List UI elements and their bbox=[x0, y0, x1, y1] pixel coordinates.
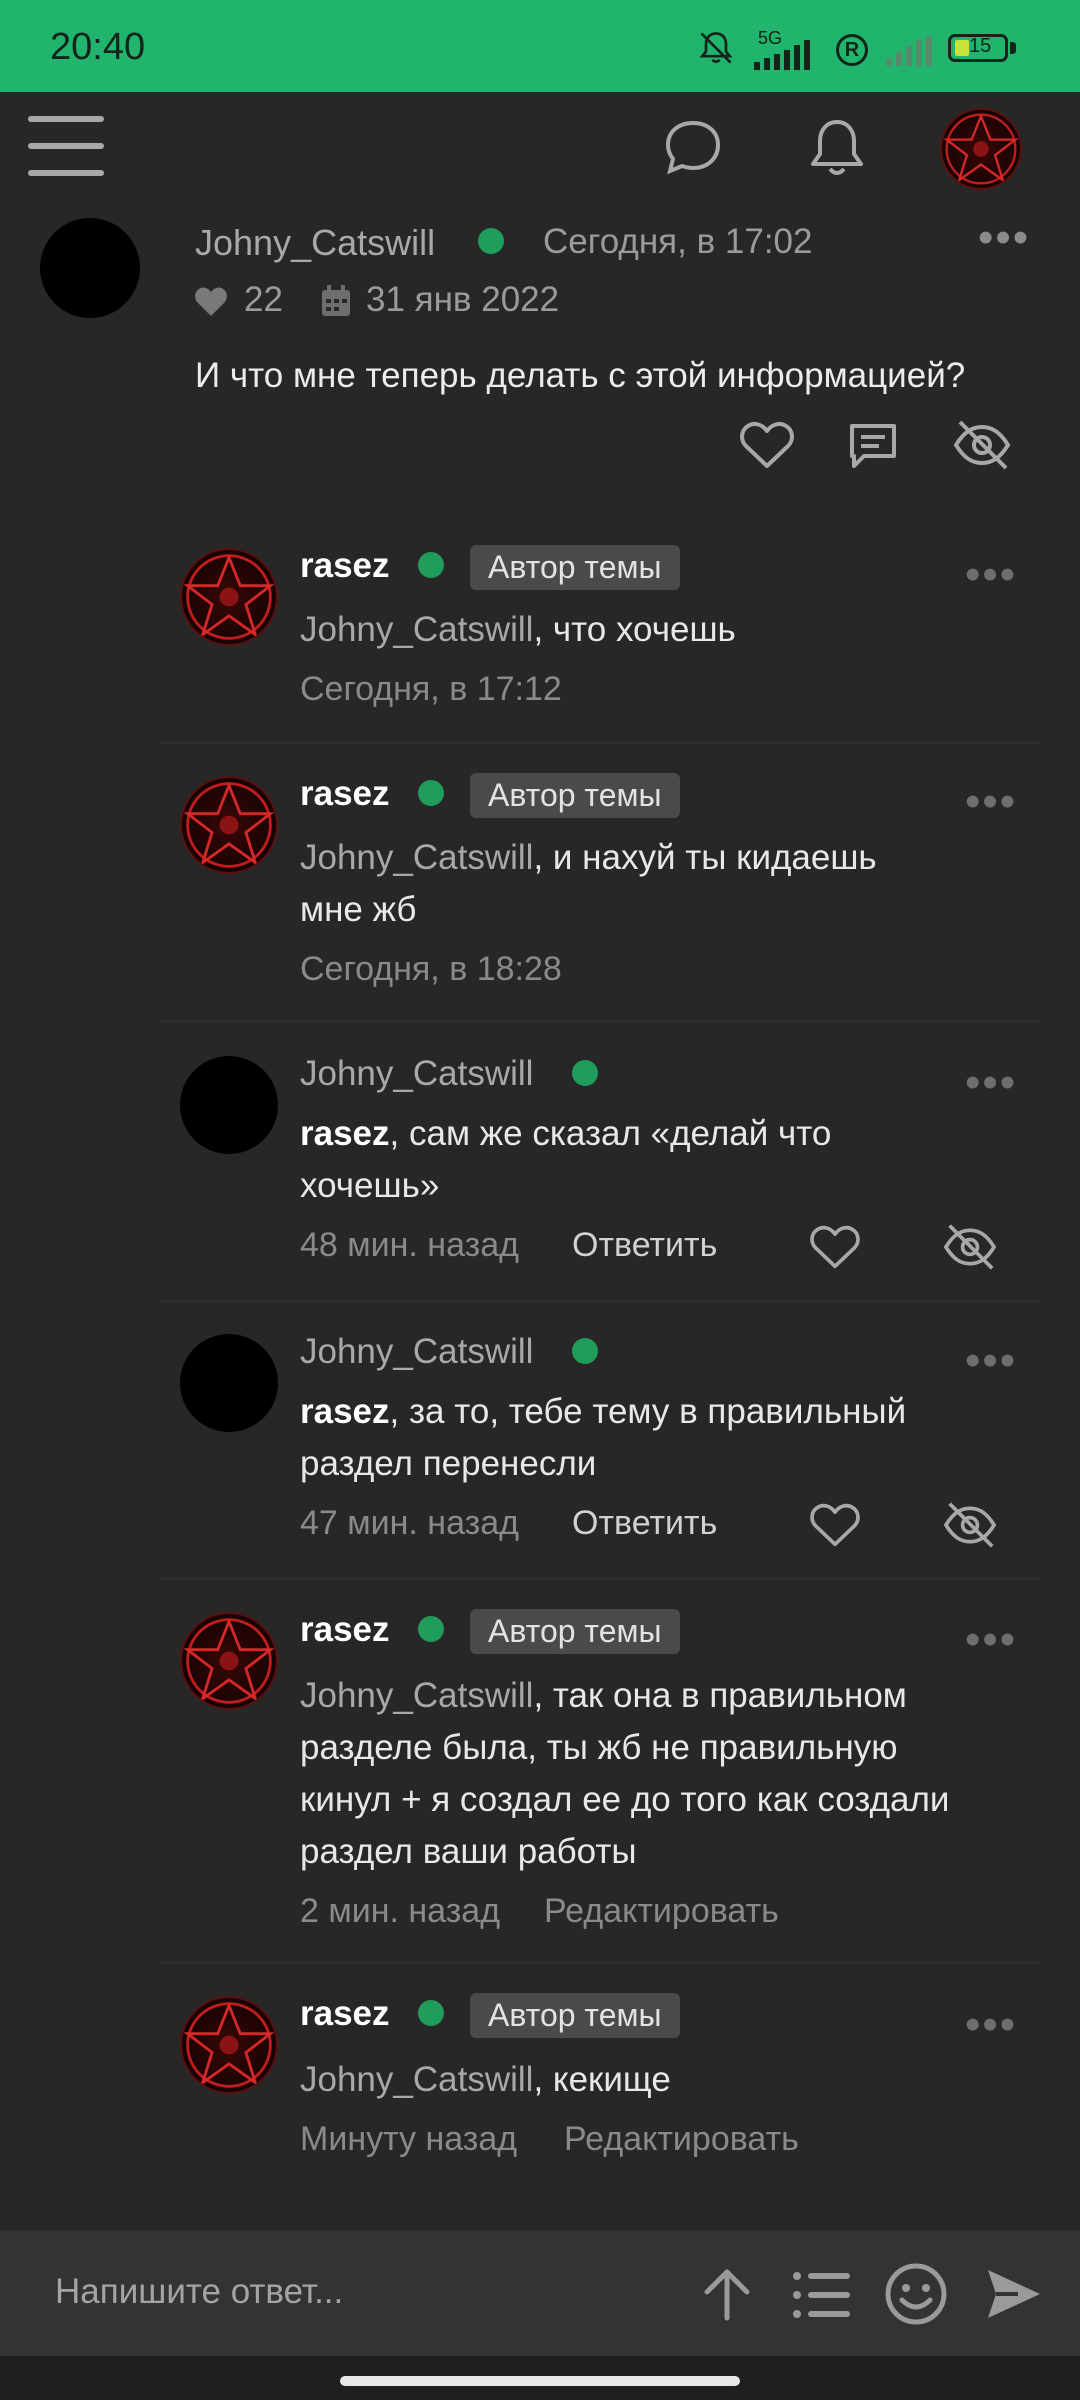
comment-avatar[interactable] bbox=[180, 1056, 278, 1154]
comment-more-button[interactable]: ••• bbox=[965, 553, 1017, 597]
roaming-icon: R bbox=[836, 34, 868, 66]
comment-author[interactable]: rasez bbox=[300, 774, 390, 814]
topic-author-badge: Автор темы bbox=[470, 1993, 680, 2038]
divider bbox=[160, 1962, 1040, 1964]
online-indicator bbox=[418, 2000, 444, 2026]
hamburger-menu-icon[interactable] bbox=[26, 112, 106, 180]
reply-input[interactable]: Напишите ответ... bbox=[55, 2272, 343, 2312]
post-likes: 22 bbox=[244, 280, 283, 319]
reply-button[interactable]: Ответить bbox=[572, 1504, 717, 1543]
like-button[interactable] bbox=[810, 1224, 860, 1270]
comment-avatar[interactable] bbox=[180, 1612, 278, 1710]
comment-text: rasez, за то, тебе тему в правильный разд… bbox=[300, 1392, 907, 1483]
comment-time: Сегодня, в 17:12 bbox=[300, 670, 562, 708]
comment-mention[interactable]: rasez bbox=[300, 1392, 390, 1431]
topic-author-badge: Автор темы bbox=[470, 545, 680, 590]
comment-mention[interactable]: Johny_Catswill bbox=[300, 838, 533, 877]
comment-mention[interactable]: Johny_Catswill bbox=[300, 610, 533, 649]
divider bbox=[160, 742, 1040, 744]
comment-mention[interactable]: Johny_Catswill bbox=[300, 2060, 533, 2099]
divider bbox=[160, 1578, 1040, 1580]
comment-text: Johny_Catswill, что хочешь bbox=[300, 610, 736, 649]
divider bbox=[160, 1020, 1040, 1022]
comment-more-button[interactable]: ••• bbox=[965, 1061, 1017, 1105]
comment-button[interactable] bbox=[846, 418, 900, 472]
comment-mention[interactable]: rasez bbox=[300, 1114, 390, 1153]
chat-bubble-icon[interactable] bbox=[664, 118, 722, 176]
bell-icon[interactable] bbox=[808, 116, 866, 180]
smiley-icon[interactable] bbox=[884, 2262, 948, 2326]
comment-author[interactable]: rasez bbox=[300, 1610, 390, 1650]
online-indicator bbox=[572, 1060, 598, 1086]
signal2-icon bbox=[886, 36, 932, 66]
hide-button[interactable] bbox=[942, 1500, 998, 1550]
topic-author-badge: Автор темы bbox=[470, 773, 680, 818]
post-time: Сегодня, в 17:02 bbox=[543, 222, 813, 261]
comment-author[interactable]: Johny_Catswill bbox=[300, 1332, 533, 1372]
post-registered-date: 31 янв 2022 bbox=[366, 280, 560, 319]
comment-text: Johny_Catswill, кекище bbox=[300, 2060, 671, 2099]
hide-button[interactable] bbox=[952, 418, 1012, 472]
comment-more-button[interactable]: ••• bbox=[965, 2003, 1017, 2047]
comment-author[interactable]: Johny_Catswill bbox=[300, 1054, 533, 1094]
online-indicator bbox=[478, 228, 504, 254]
comment-text: rasez, сам же сказал «делай что хочешь» bbox=[300, 1114, 832, 1205]
list-icon[interactable] bbox=[792, 2270, 852, 2320]
comment-time: 2 мин. назад bbox=[300, 1892, 501, 1930]
comment-author[interactable]: rasez bbox=[300, 546, 390, 586]
divider bbox=[160, 1300, 1040, 1302]
mute-icon bbox=[699, 32, 733, 64]
edit-button[interactable]: Редактировать bbox=[564, 2120, 799, 2159]
hide-button[interactable] bbox=[942, 1222, 998, 1272]
like-button[interactable] bbox=[810, 1502, 860, 1548]
post-text: И что мне теперь делать с этой информаци… bbox=[195, 356, 966, 395]
comment-time: Минуту назад bbox=[300, 2120, 518, 2158]
calendar-icon bbox=[322, 285, 350, 316]
comment-time: 48 мин. назад bbox=[300, 1226, 519, 1264]
battery-icon: 15 bbox=[948, 34, 1008, 62]
comment-more-button[interactable]: ••• bbox=[965, 1618, 1017, 1662]
status-time: 20:40 bbox=[50, 26, 146, 68]
post-author-avatar[interactable] bbox=[40, 218, 140, 318]
comment-author[interactable]: rasez bbox=[300, 1994, 390, 2034]
battery-nub bbox=[1010, 42, 1016, 54]
comment-time: Сегодня, в 18:28 bbox=[300, 950, 562, 988]
comment-text: Johny_Catswill, так она в правильном разд… bbox=[300, 1676, 950, 1871]
reply-button[interactable]: Ответить bbox=[572, 1226, 717, 1265]
comment-avatar[interactable] bbox=[180, 1996, 278, 2094]
comment-time: 47 мин. назад bbox=[300, 1504, 519, 1542]
arrow-up-icon[interactable] bbox=[702, 2266, 752, 2322]
online-indicator bbox=[418, 552, 444, 578]
comment-more-button[interactable]: ••• bbox=[965, 1339, 1017, 1383]
online-indicator bbox=[572, 1338, 598, 1364]
post-author-name[interactable]: Johny_Catswill bbox=[195, 222, 435, 264]
profile-avatar[interactable] bbox=[940, 108, 1022, 190]
heart-icon bbox=[195, 287, 227, 316]
comment-avatar[interactable] bbox=[180, 548, 278, 646]
comment-avatar[interactable] bbox=[180, 1334, 278, 1432]
online-indicator bbox=[418, 780, 444, 806]
top-bar bbox=[0, 92, 1080, 214]
like-button[interactable] bbox=[740, 420, 794, 470]
edit-button[interactable]: Редактировать bbox=[544, 1892, 779, 1931]
topic-author-badge: Автор темы bbox=[470, 1609, 680, 1654]
comment-text: Johny_Catswill, и нахуй ты кидаешь мне жб bbox=[300, 838, 877, 929]
comment-mention[interactable]: Johny_Catswill bbox=[300, 1676, 533, 1715]
comment-avatar[interactable] bbox=[180, 776, 278, 874]
comment-more-button[interactable]: ••• bbox=[965, 780, 1017, 824]
send-icon[interactable] bbox=[984, 2264, 1044, 2324]
home-indicator[interactable] bbox=[340, 2376, 740, 2386]
post-more-button[interactable]: ••• bbox=[978, 216, 1030, 260]
signal-icon bbox=[754, 40, 810, 70]
online-indicator bbox=[418, 1616, 444, 1642]
